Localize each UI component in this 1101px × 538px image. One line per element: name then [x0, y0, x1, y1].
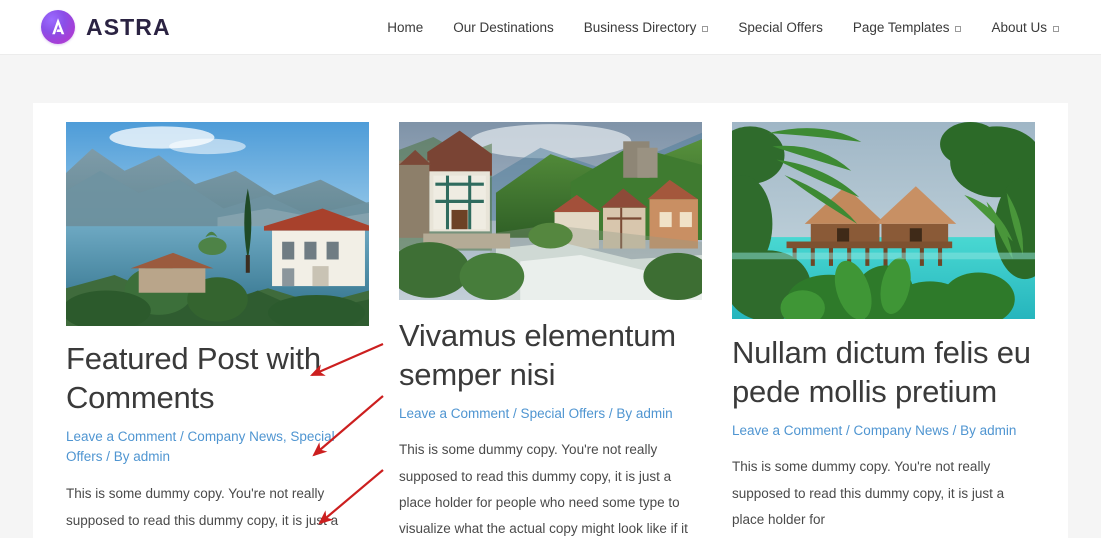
post-card[interactable]: Vivamus elementum semper nisi Leave a Co… [384, 122, 717, 538]
astra-a-monogram-icon [41, 10, 75, 44]
post-title[interactable]: Vivamus elementum semper nisi [399, 317, 702, 395]
nav-item-our-destinations[interactable]: Our Destinations [453, 20, 554, 35]
post-grid: Featured Post with Comments Leave a Comm… [33, 103, 1068, 538]
post-excerpt: This is some dummy copy. You're not real… [732, 459, 1005, 528]
chevron-down-icon[interactable] [1053, 26, 1059, 32]
nav-item-page-templates[interactable]: Page Templates [853, 20, 962, 35]
nav-label: Business Directory [583, 19, 697, 35]
post-thumbnail[interactable] [732, 122, 1035, 319]
post-card[interactable]: Featured Post with Comments Leave a Comm… [51, 122, 384, 538]
nav-item-business-directory[interactable]: Business Directory [584, 20, 709, 35]
site-header: ASTRA Home Our Destinations Business Dir… [0, 0, 1101, 55]
nav-label: About Us [991, 19, 1047, 35]
post-thumbnail[interactable] [66, 122, 369, 326]
site-title: ASTRA [86, 13, 171, 40]
nav-label: Special Offers [738, 19, 823, 35]
nav-item-about-us[interactable]: About Us [991, 20, 1059, 35]
chevron-down-icon[interactable] [702, 26, 709, 32]
nav-item-home[interactable]: Home [387, 20, 423, 35]
site-logo-link[interactable]: ASTRA [41, 10, 171, 44]
nav-label: Our Destinations [453, 19, 554, 35]
nav-item-special-offers[interactable]: Special Offers [738, 20, 823, 35]
post-title[interactable]: Nullam dictum felis eu pede mollis preti… [732, 334, 1035, 412]
post-meta[interactable]: Leave a Comment / Special Offers / By ad… [399, 404, 702, 425]
blog-archive-container: Featured Post with Comments Leave a Comm… [33, 103, 1068, 538]
post-excerpt: This is some dummy copy. You're not real… [66, 486, 339, 528]
post-excerpt: This is some dummy copy. You're not real… [399, 442, 688, 537]
nav-label: Page Templates [852, 19, 950, 35]
post-thumbnail[interactable] [399, 122, 702, 300]
post-title[interactable]: Featured Post with Comments [66, 340, 369, 418]
post-meta[interactable]: Leave a Comment / Company News, Special … [66, 427, 369, 469]
post-meta[interactable]: Leave a Comment / Company News / By admi… [732, 421, 1035, 442]
post-card[interactable]: Nullam dictum felis eu pede mollis preti… [717, 122, 1050, 538]
chevron-down-icon[interactable] [955, 26, 962, 32]
nav-label: Home [387, 19, 424, 35]
page-root: ASTRA Home Our Destinations Business Dir… [0, 0, 1101, 538]
primary-navigation: Home Our Destinations Business Directory… [387, 20, 1059, 35]
